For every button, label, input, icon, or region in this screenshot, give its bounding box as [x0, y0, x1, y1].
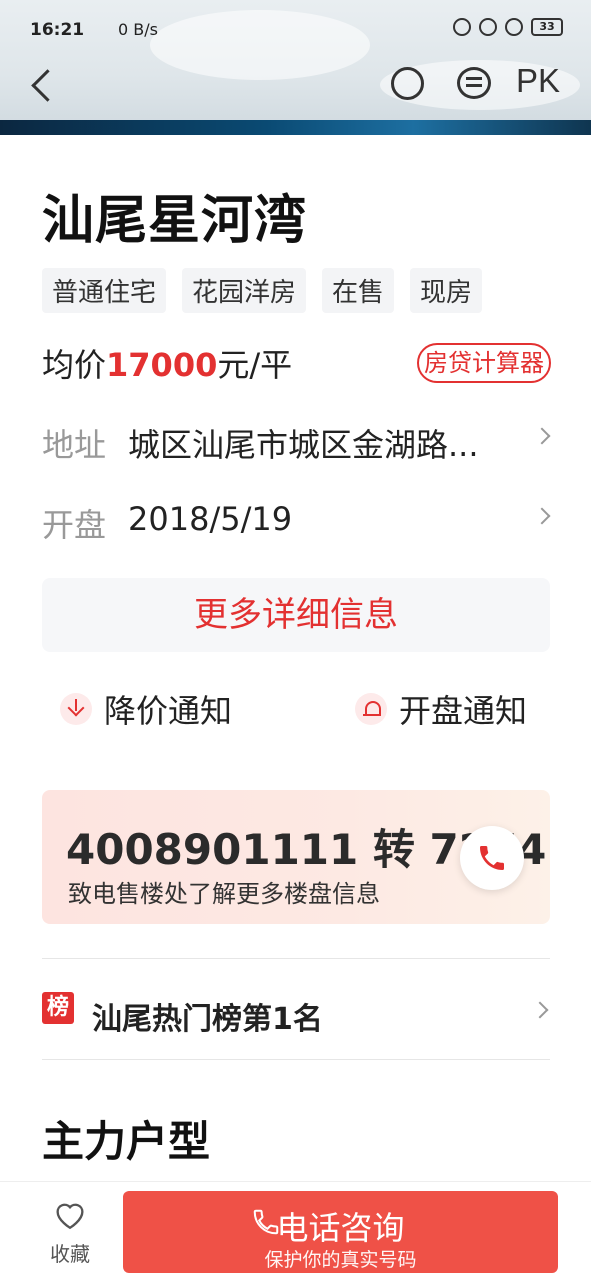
page-title: 汕尾星河湾 — [42, 191, 308, 251]
section-title: 主力户型 — [42, 1117, 211, 1166]
sales-phone-description: 致电售楼处了解更多楼盘信息 — [68, 880, 380, 908]
address-value: 城区汕尾市城区金湖路... — [128, 426, 479, 464]
back-button[interactable] — [26, 64, 60, 108]
chevron-right-icon — [531, 1001, 549, 1019]
battery-icon: 33 — [531, 18, 563, 36]
opening-notify-button[interactable]: 开盘通知 — [355, 684, 527, 734]
favorite-label: 收藏 — [50, 1242, 90, 1266]
tag-item: 在售 — [322, 268, 395, 313]
phone-consult-button[interactable]: 电话咨询 保护你的真实号码 — [123, 1191, 558, 1273]
divider — [42, 1059, 550, 1060]
price-value: 17000 — [106, 346, 218, 384]
bell-icon — [355, 693, 387, 725]
alarm-icon — [505, 18, 523, 36]
divider — [42, 958, 550, 959]
status-network-speed: 0 B/s — [118, 20, 158, 39]
phone-consult-sublabel: 保护你的真实号码 — [264, 1249, 417, 1271]
price-prefix: 均价 — [42, 346, 107, 384]
status-bar: 16:21 0 B/s 33 — [0, 0, 591, 60]
header-photo-water — [0, 120, 591, 135]
bottom-action-bar: 收藏 电话咨询 保护你的真实号码 — [0, 1181, 591, 1280]
chat-button[interactable] — [455, 64, 495, 104]
price-unit: 元/平 — [217, 346, 293, 384]
tag-list: 普通住宅 花园洋房 在售 现房 — [42, 268, 483, 313]
phone-icon — [480, 846, 504, 870]
tag-item: 普通住宅 — [42, 268, 167, 313]
address-row[interactable]: 地址 城区汕尾市城区金湖路... — [42, 420, 552, 470]
price-drop-notify-label: 降价通知 — [104, 692, 233, 730]
arrow-down-icon — [60, 693, 92, 725]
ranking-badge: 榜 — [42, 992, 74, 1024]
location-icon — [479, 18, 497, 36]
favorite-button[interactable]: 收藏 — [40, 1198, 100, 1267]
share-icon — [391, 67, 424, 100]
chevron-right-icon — [533, 427, 551, 445]
share-button[interactable] — [388, 64, 428, 104]
sales-phone-card[interactable]: 4008901111 转 7274 致电售楼处了解更多楼盘信息 — [42, 790, 550, 924]
tag-item: 花园洋房 — [182, 268, 307, 313]
opening-date-value: 2018/5/19 — [128, 500, 293, 538]
lock-icon — [453, 18, 471, 36]
price-row: 均价17000元/平 — [42, 340, 292, 386]
heart-icon — [56, 1203, 84, 1230]
call-button[interactable] — [460, 826, 524, 890]
pk-button[interactable]: PK — [516, 62, 560, 100]
status-icons: 33 — [453, 18, 563, 36]
chevron-right-icon — [533, 507, 551, 525]
ranking-text: 汕尾热门榜第1名 — [92, 1002, 323, 1037]
top-bar: PK — [0, 58, 591, 114]
price-drop-notify-button[interactable]: 降价通知 — [60, 684, 232, 734]
tag-item: 现房 — [410, 268, 483, 313]
more-details-button[interactable]: 更多详细信息 — [42, 578, 550, 652]
opening-notify-label: 开盘通知 — [399, 692, 528, 730]
status-time: 16:21 — [30, 20, 85, 40]
mortgage-calculator-button[interactable]: 房贷计算器 — [417, 343, 551, 383]
phone-consult-label: 电话咨询 — [276, 1209, 405, 1247]
ranking-row[interactable]: 榜 汕尾热门榜第1名 — [42, 990, 550, 1037]
opening-date-label: 开盘 — [42, 506, 107, 544]
address-label: 地址 — [42, 426, 107, 464]
opening-date-row[interactable]: 开盘 2018/5/19 — [42, 500, 552, 550]
